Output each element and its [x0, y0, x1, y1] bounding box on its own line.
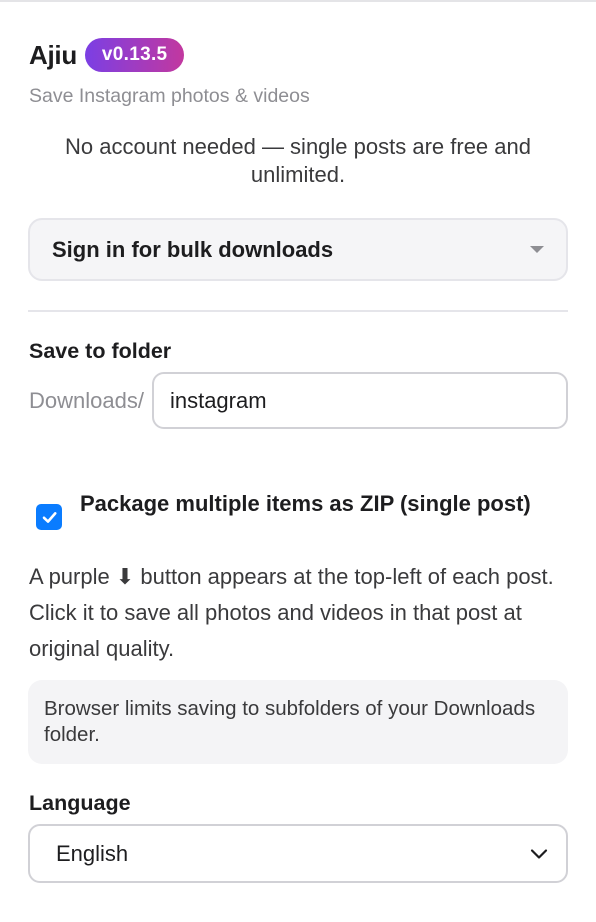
zip-option[interactable]: Package multiple items as ZIP (single po… [36, 490, 556, 530]
app-title: Ajiu [29, 39, 77, 70]
folder-input[interactable] [151, 372, 568, 429]
signin-label: Sign in for bulk downloads [52, 236, 334, 262]
popup-panel: Ajiu v0.13.5 Save Instagram photos & vid… [0, 0, 596, 922]
folder-prefix: Downloads/ [29, 387, 144, 413]
language-selected-value: English [56, 840, 129, 866]
app-subtitle: Save Instagram photos & videos [29, 85, 310, 107]
folder-row: Downloads/ [29, 372, 568, 429]
checkmark-icon [42, 511, 56, 523]
zip-checkbox[interactable] [36, 504, 62, 530]
language-section-label: Language [29, 791, 131, 815]
section-divider [28, 310, 568, 312]
header: Ajiu v0.13.5 [29, 38, 185, 72]
zip-label: Package multiple items as ZIP (single po… [80, 491, 531, 516]
help-text: A purple ⬇ button appears at the top-lef… [29, 564, 554, 661]
language-select[interactable]: English [28, 824, 568, 883]
version-badge: v0.13.5 [84, 38, 185, 72]
caret-down-icon [530, 246, 544, 253]
chevron-down-icon [530, 848, 548, 859]
info-box: Browser limits saving to subfolders of y… [28, 680, 568, 764]
signin-dropdown[interactable]: Sign in for bulk downloads [28, 218, 568, 281]
top-border [0, 0, 596, 2]
folder-section-label: Save to folder [29, 339, 172, 363]
free-usage-notice: No account needed — single posts are fre… [65, 134, 531, 187]
